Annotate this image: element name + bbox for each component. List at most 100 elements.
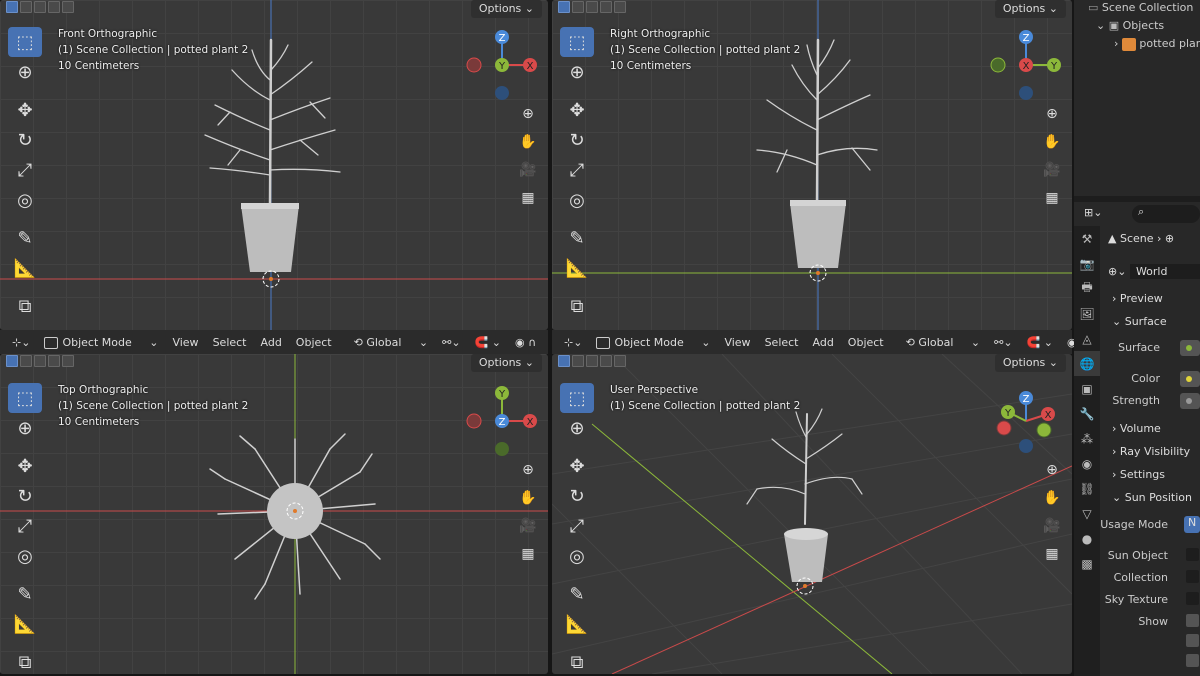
select-mode-buttons[interactable] — [558, 355, 626, 367]
grid-view-icon[interactable]: ▦ — [516, 186, 540, 210]
add-menu[interactable]: Add — [813, 336, 834, 349]
ray-visibility-panel-header[interactable]: › Ray Visibility — [1112, 445, 1190, 458]
show-checkbox-1[interactable] — [1186, 614, 1199, 627]
annotate-tool[interactable]: ✎ — [8, 223, 42, 253]
outliner-scene-collection[interactable]: ▭ Scene Collection — [1088, 1, 1193, 14]
pan-hand-icon[interactable]: ✋ — [516, 486, 540, 510]
mode-dropdown[interactable]: Object Mode ⌄ — [44, 336, 158, 349]
pivot-icon[interactable]: ⚯⌄ — [442, 336, 460, 349]
transform-tool[interactable]: ◎ — [8, 185, 42, 215]
select-box-tool[interactable]: ⬚ — [8, 383, 42, 413]
scene-tab-icon[interactable]: ◬ — [1074, 326, 1100, 351]
modifier-tab-icon[interactable]: 🔧 — [1074, 401, 1100, 426]
add-cube-tool[interactable]: ⧉ — [560, 647, 594, 674]
pivot-icon[interactable]: ⚯⌄ — [994, 336, 1012, 349]
data-tab-icon[interactable]: ▽ — [1074, 501, 1100, 526]
measure-tool[interactable]: 📐 — [560, 609, 594, 639]
view-layer-tab-icon[interactable]: 🖼 — [1074, 301, 1100, 326]
cursor-tool[interactable]: ⊕ — [560, 413, 594, 443]
texture-tab-icon[interactable]: ▩ — [1074, 551, 1100, 576]
options-dropdown[interactable]: Options ⌄ — [994, 354, 1066, 372]
particles-tab-icon[interactable]: ⁂ — [1074, 426, 1100, 451]
snap-icon[interactable]: 🧲 ⌄ — [1027, 336, 1053, 349]
settings-panel-header[interactable]: › Settings — [1112, 468, 1165, 481]
select-box-tool[interactable]: ⬚ — [560, 27, 594, 57]
add-menu[interactable]: Add — [261, 336, 282, 349]
show-checkbox-2[interactable] — [1186, 634, 1199, 647]
move-tool[interactable]: ✥ — [8, 451, 42, 481]
camera-icon[interactable]: 🎥 — [516, 158, 540, 182]
transform-tool[interactable]: ◎ — [560, 541, 594, 571]
select-box-tool[interactable]: ⬚ — [8, 27, 42, 57]
cursor-tool[interactable]: ⊕ — [8, 413, 42, 443]
zoom-icon[interactable]: ⊕ — [1040, 102, 1064, 126]
usage-mode-button[interactable]: N — [1184, 516, 1200, 533]
move-tool[interactable]: ✥ — [8, 95, 42, 125]
annotate-tool[interactable]: ✎ — [560, 579, 594, 609]
editor-type-icon[interactable]: ⊹⌄ — [564, 336, 582, 349]
render-tab-icon[interactable]: 📷 — [1074, 251, 1100, 276]
sun-object-field[interactable] — [1186, 548, 1199, 561]
transform-tool[interactable]: ◎ — [8, 541, 42, 571]
rotate-tool[interactable]: ↻ — [560, 481, 594, 511]
viewport-top[interactable]: Options ⌄ Top Orthographic (1) Scene Col… — [0, 354, 548, 674]
pan-hand-icon[interactable]: ✋ — [1040, 486, 1064, 510]
select-menu[interactable]: Select — [765, 336, 799, 349]
cursor-tool[interactable]: ⊕ — [560, 57, 594, 87]
constraints-tab-icon[interactable]: ⛓ — [1074, 476, 1100, 501]
output-tab-icon[interactable]: 🖶 — [1074, 276, 1100, 301]
preview-panel-header[interactable]: › Preview — [1112, 292, 1163, 305]
grid-view-icon[interactable]: ▦ — [1040, 186, 1064, 210]
zoom-icon[interactable]: ⊕ — [516, 458, 540, 482]
tool-tab-icon[interactable]: ⚒ — [1074, 226, 1100, 251]
pan-hand-icon[interactable]: ✋ — [516, 130, 540, 154]
add-cube-tool[interactable]: ⧉ — [8, 647, 42, 674]
options-dropdown[interactable]: Options ⌄ — [470, 354, 542, 372]
move-tool[interactable]: ✥ — [560, 451, 594, 481]
camera-icon[interactable]: 🎥 — [1040, 158, 1064, 182]
world-tab-icon[interactable]: 🌐 — [1074, 351, 1100, 376]
rotate-tool[interactable]: ↻ — [8, 125, 42, 155]
annotate-tool[interactable]: ✎ — [560, 223, 594, 253]
view-menu[interactable]: View — [724, 336, 750, 349]
select-menu[interactable]: Select — [213, 336, 247, 349]
world-selector[interactable]: ⊕⌄ World — [1108, 264, 1200, 279]
viewport-front[interactable]: Options ⌄ Front Orthographic (1) Scene C… — [0, 0, 548, 330]
perspective-grid-icon[interactable]: ▦ — [1040, 542, 1064, 566]
orientation-dropdown[interactable]: ⟲ Global ⌄ — [354, 336, 429, 349]
select-mode-buttons[interactable] — [558, 1, 626, 13]
select-mode-buttons[interactable] — [6, 355, 74, 367]
surface-panel-header[interactable]: ⌄ Surface — [1112, 315, 1167, 328]
outliner-objects-collection[interactable]: ⌄ ▣ Objects — [1096, 19, 1164, 32]
camera-icon[interactable]: 🎥 — [516, 514, 540, 538]
scale-tool[interactable]: ⤢ — [560, 511, 594, 541]
rotate-tool[interactable]: ↻ — [560, 125, 594, 155]
outliner-item-potted-plant[interactable]: › potted plan — [1114, 37, 1200, 51]
annotate-tool[interactable]: ✎ — [8, 579, 42, 609]
pan-hand-icon[interactable]: ✋ — [1040, 130, 1064, 154]
view-menu[interactable]: View — [172, 336, 198, 349]
measure-tool[interactable]: 📐 — [8, 253, 42, 283]
mode-dropdown[interactable]: Object Mode ⌄ — [596, 336, 710, 349]
zoom-icon[interactable]: ⊕ — [516, 102, 540, 126]
zoom-icon[interactable]: ⊕ — [1040, 458, 1064, 482]
sun-position-panel-header[interactable]: ⌄ Sun Position — [1112, 491, 1192, 504]
object-menu[interactable]: Object — [848, 336, 884, 349]
scale-tool[interactable]: ⤢ — [560, 155, 594, 185]
sky-texture-field[interactable] — [1186, 592, 1199, 605]
show-checkbox-3[interactable] — [1186, 654, 1199, 667]
snap-icon[interactable]: 🧲 ⌄ — [475, 336, 501, 349]
measure-tool[interactable]: 📐 — [8, 609, 42, 639]
rotate-tool[interactable]: ↻ — [8, 481, 42, 511]
object-tab-icon[interactable]: ▣ — [1074, 376, 1100, 401]
add-cube-tool[interactable]: ⧉ — [560, 291, 594, 321]
physics-tab-icon[interactable]: ◉ — [1074, 451, 1100, 476]
scale-tool[interactable]: ⤢ — [8, 155, 42, 185]
scale-tool[interactable]: ⤢ — [8, 511, 42, 541]
cursor-tool[interactable]: ⊕ — [8, 57, 42, 87]
add-cube-tool[interactable]: ⧉ — [8, 291, 42, 321]
select-box-tool[interactable]: ⬚ — [560, 383, 594, 413]
volume-panel-header[interactable]: › Volume — [1112, 422, 1161, 435]
viewport-perspective[interactable]: Options ⌄ User Perspective (1) Scene Col… — [552, 354, 1072, 674]
options-dropdown[interactable]: Options ⌄ — [470, 0, 542, 18]
